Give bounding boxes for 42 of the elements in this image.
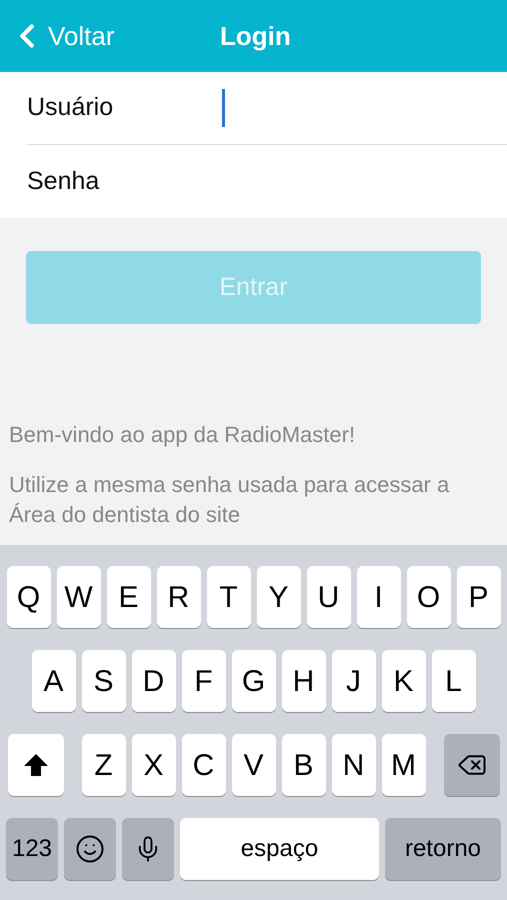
shift-key[interactable]	[8, 734, 64, 796]
field-label: Senha	[27, 166, 100, 197]
key[interactable]: H	[282, 650, 326, 712]
key[interactable]: J	[332, 650, 376, 712]
key[interactable]: G	[232, 650, 276, 712]
key[interactable]: M	[382, 734, 426, 796]
key[interactable]: K	[382, 650, 426, 712]
microphone-key[interactable]	[122, 818, 174, 880]
key[interactable]: F	[182, 650, 226, 712]
key[interactable]: E	[106, 566, 150, 628]
screen-title: Login	[220, 20, 291, 52]
emoji-key[interactable]	[64, 818, 116, 880]
info-text: Bem-vindo ao app da RadioMaster!	[9, 421, 356, 449]
shift-icon	[22, 753, 48, 777]
field-label: Usuário	[27, 92, 114, 124]
key[interactable]: U	[306, 566, 350, 628]
delete-key[interactable]	[444, 734, 500, 796]
key[interactable]: X	[132, 734, 176, 796]
key[interactable]: V	[232, 734, 276, 796]
return-key[interactable]: retorno	[385, 818, 501, 880]
info-text: Utilize a mesma senha usada para acessar a Área do dentista do site	[9, 471, 450, 529]
key[interactable]: I	[356, 566, 400, 628]
key[interactable]: N	[332, 734, 376, 796]
key[interactable]: T	[206, 566, 250, 628]
smiley-icon	[75, 834, 105, 864]
space-key[interactable]: espaço	[180, 818, 379, 880]
key[interactable]: P	[456, 566, 500, 628]
key[interactable]: S	[82, 650, 126, 712]
key[interactable]: W	[56, 566, 100, 628]
input-field[interactable]: Usuário	[27, 72, 507, 145]
input-field[interactable]: Senha	[27, 145, 507, 218]
key[interactable]: Q	[6, 566, 50, 628]
key[interactable]: Z	[82, 734, 126, 796]
key[interactable]: B	[282, 734, 326, 796]
numbers-key[interactable]: 123	[6, 818, 58, 880]
key[interactable]: A	[32, 650, 76, 712]
key[interactable]: O	[406, 566, 450, 628]
key[interactable]: R	[156, 566, 200, 628]
key[interactable]: D	[132, 650, 176, 712]
key[interactable]: Y	[256, 566, 300, 628]
key[interactable]: L	[432, 650, 476, 712]
key[interactable]: C	[182, 734, 226, 796]
